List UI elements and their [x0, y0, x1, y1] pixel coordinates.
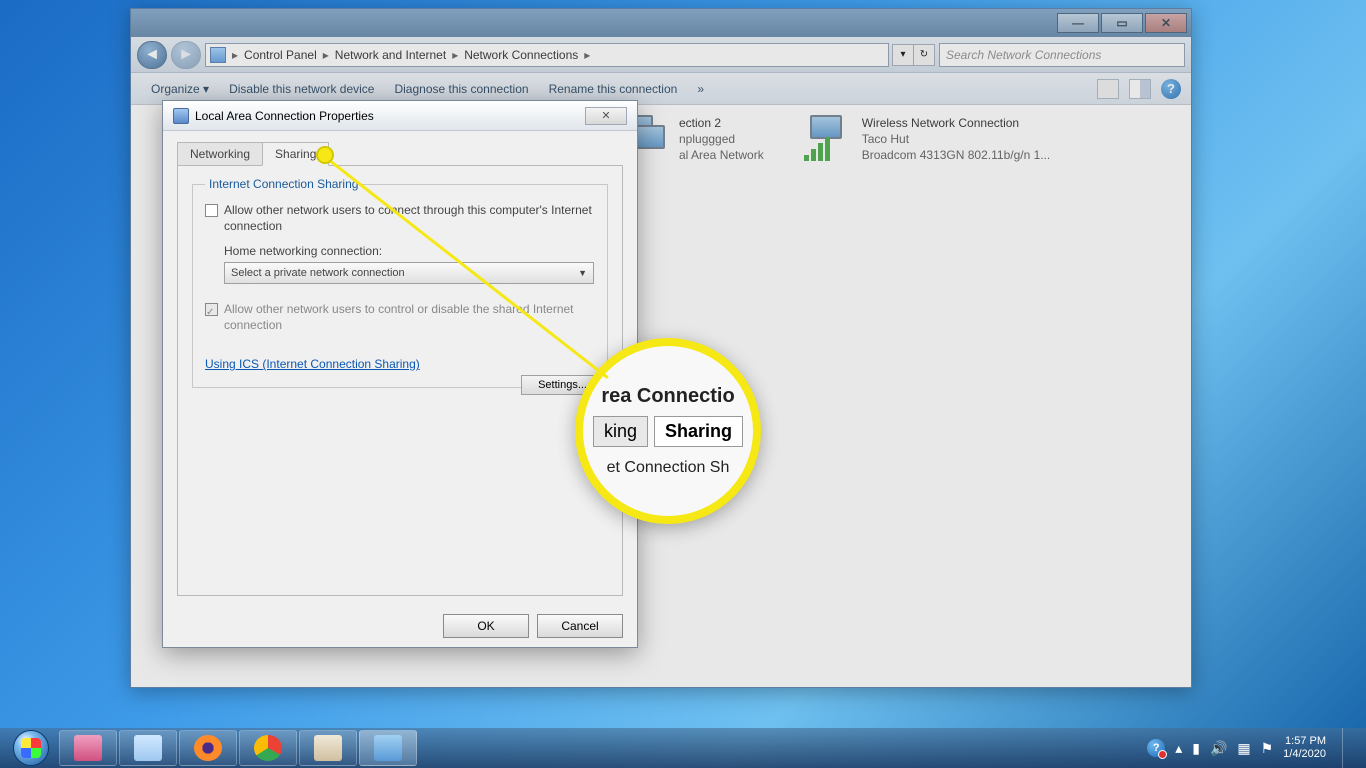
conn-adapter: al Area Network [679, 147, 764, 163]
task-paint[interactable] [299, 730, 357, 766]
organize-button[interactable]: Organize ▾ [141, 78, 219, 100]
allow-connect-label: Allow other network users to connect thr… [224, 203, 595, 234]
home-networking-dropdown[interactable]: Select a private network connection ▼ [224, 262, 594, 284]
maximize-button[interactable]: ▭ [1101, 13, 1143, 33]
conn-adapter: Broadcom 4313GN 802.11b/g/n 1... [862, 147, 1051, 163]
dialog-tabs: Networking Sharing [177, 141, 623, 166]
dialog-titlebar: Local Area Connection Properties ✕ [163, 101, 637, 131]
properties-dialog: Local Area Connection Properties ✕ Netwo… [162, 100, 638, 648]
connection-wireless[interactable]: Wireless Network Connection Taco Hut Bro… [804, 115, 1051, 677]
control-panel-icon [210, 47, 226, 63]
battery-icon[interactable]: ▮ [1192, 740, 1200, 757]
allow-connect-checkbox[interactable] [205, 204, 218, 217]
search-input[interactable]: Search Network Connections [939, 43, 1185, 67]
callout-dot [316, 146, 334, 164]
volume-icon[interactable]: 🔊 [1210, 740, 1227, 757]
dialog-close-button[interactable]: ✕ [585, 107, 627, 125]
adapter-icon [173, 108, 189, 124]
help-icon[interactable]: ? [1161, 79, 1181, 99]
flag-icon[interactable]: ⚑ [1261, 740, 1274, 757]
lens-tab-sharing: Sharing [654, 416, 743, 447]
conn-title: ection 2 [679, 115, 764, 131]
ok-button[interactable]: OK [443, 614, 529, 638]
window-titlebar: — ▭ ✕ [131, 9, 1191, 37]
ics-group-title: Internet Connection Sharing [205, 177, 362, 191]
tray-chevron-icon[interactable]: ▴ [1175, 740, 1182, 757]
magnifier-callout: rea Connectio king Sharing et Connection… [575, 338, 761, 524]
clock-date: 1/4/2020 [1283, 748, 1326, 761]
conn-status: npluggged [679, 131, 764, 147]
action-center-icon[interactable]: ? [1147, 739, 1165, 757]
conn-ssid: Taco Hut [862, 131, 1051, 147]
dialog-title: Local Area Connection Properties [195, 109, 374, 123]
address-dropdown-button[interactable]: ▾ [892, 44, 914, 66]
chevron-down-icon: ▼ [578, 268, 587, 278]
clock[interactable]: 1:57 PM 1/4/2020 [1283, 735, 1326, 760]
forward-button[interactable]: ► [171, 41, 201, 69]
breadcrumb-seg-1[interactable]: Control Panel [240, 46, 321, 64]
tab-networking[interactable]: Networking [177, 142, 263, 166]
network-tray-icon[interactable]: ▦ [1237, 740, 1250, 757]
wifi-icon [804, 115, 852, 155]
preview-pane-icon[interactable] [1129, 79, 1151, 99]
diagnose-button[interactable]: Diagnose this connection [384, 78, 538, 100]
show-desktop-button[interactable] [1342, 728, 1354, 768]
task-chrome[interactable] [239, 730, 297, 766]
task-notepad[interactable] [119, 730, 177, 766]
windows-orb-icon [13, 730, 49, 766]
allow-control-label: Allow other network users to control or … [224, 302, 595, 333]
cancel-button[interactable]: Cancel [537, 614, 623, 638]
lens-tab-networking: king [593, 416, 648, 447]
allow-control-checkbox[interactable] [205, 303, 218, 316]
toolbar-overflow[interactable]: » [687, 78, 714, 100]
task-network-connections[interactable] [359, 730, 417, 766]
home-networking-label: Home networking connection: [224, 244, 595, 258]
refresh-button[interactable]: ↻ [913, 44, 935, 66]
ics-help-link[interactable]: Using ICS (Internet Connection Sharing) [205, 357, 420, 371]
sharing-panel: Internet Connection Sharing Allow other … [177, 166, 623, 596]
task-snipping-tool[interactable] [59, 730, 117, 766]
disable-device-button[interactable]: Disable this network device [219, 78, 384, 100]
close-button[interactable]: ✕ [1145, 13, 1187, 33]
nav-bar: ◄ ► ▸ Control Panel ▸ Network and Intern… [131, 37, 1191, 73]
breadcrumb-seg-2[interactable]: Network and Internet [331, 46, 450, 64]
lens-group-fragment: et Connection Sh [607, 459, 730, 477]
lens-title-fragment: rea Connectio [601, 385, 734, 408]
minimize-button[interactable]: — [1057, 13, 1099, 33]
start-button[interactable] [4, 729, 58, 767]
breadcrumb-seg-3[interactable]: Network Connections [460, 46, 582, 64]
task-firefox[interactable] [179, 730, 237, 766]
view-options-icon[interactable] [1097, 79, 1119, 99]
back-button[interactable]: ◄ [137, 41, 167, 69]
rename-button[interactable]: Rename this connection [539, 78, 688, 100]
taskbar: ? ▴ ▮ 🔊 ▦ ⚑ 1:57 PM 1/4/2020 [0, 728, 1366, 768]
conn-title: Wireless Network Connection [862, 115, 1051, 131]
system-tray: ? ▴ ▮ 🔊 ▦ ⚑ 1:57 PM 1/4/2020 [1147, 728, 1362, 768]
clock-time: 1:57 PM [1283, 735, 1326, 748]
address-bar[interactable]: ▸ Control Panel ▸ Network and Internet ▸… [205, 43, 889, 67]
